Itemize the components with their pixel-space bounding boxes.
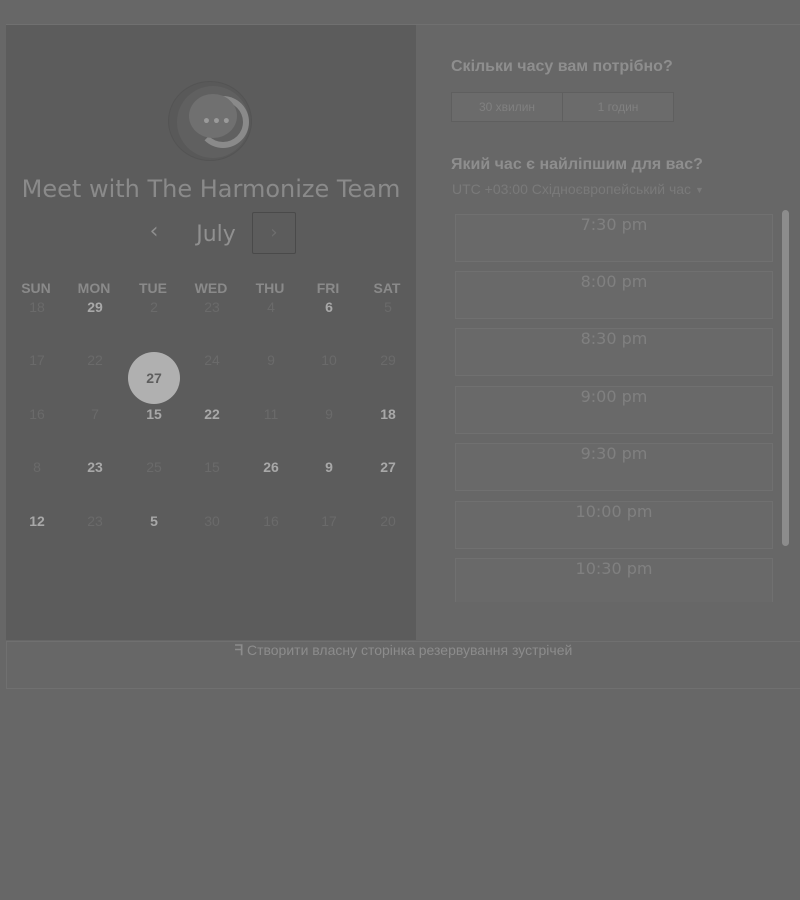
duration-option-30-min[interactable]: 30 хвилин <box>451 92 563 122</box>
calendar-day[interactable]: 22 <box>187 406 237 456</box>
calendar-day: 30 <box>204 513 220 529</box>
weekday-header: TUE <box>139 280 167 296</box>
weekday-header: SUN <box>21 280 51 296</box>
calendar-day: 17 <box>29 352 45 368</box>
calendar-day: 22 <box>87 352 103 368</box>
calendar-day[interactable]: 6 <box>304 299 354 349</box>
calendar-day: 8 <box>33 459 41 475</box>
time-slot[interactable]: 9:00 pm <box>455 386 773 434</box>
calendar-day: 9 <box>267 352 275 368</box>
calendar-day[interactable]: 15 <box>129 406 179 456</box>
calendar-day: 10 <box>321 352 337 368</box>
calendar-day: 4 <box>267 299 275 315</box>
slot-list-scrollbar[interactable] <box>782 210 789 546</box>
calendar-day: 7 <box>91 406 99 422</box>
weekday-header: WED <box>194 280 228 296</box>
weekday-header: FRI <box>316 280 340 296</box>
weekday-header: SAT <box>373 280 401 296</box>
calendar-day: 29 <box>380 352 396 368</box>
calendar-day[interactable]: 12 <box>12 513 62 563</box>
time-slot[interactable]: 8:30 pm <box>455 328 773 376</box>
calendar-day[interactable]: 18 <box>363 406 413 456</box>
calendar-day: 9 <box>325 406 333 422</box>
duration-question: Скільки часу вам потрібно? <box>451 58 673 75</box>
calendar-day[interactable]: 26 <box>246 459 296 509</box>
calendar-day[interactable]: 23 <box>70 459 120 509</box>
calendar-day: 23 <box>204 299 220 315</box>
time-slot[interactable]: 9:30 pm <box>455 443 773 491</box>
calendar-day: 25 <box>146 459 162 475</box>
team-logo: ••• <box>165 78 257 162</box>
calendar-day: 20 <box>380 513 396 529</box>
calendar-day: 15 <box>204 459 220 475</box>
time-slot-list: 7:30 pm 8:00 pm 8:30 pm 9:00 pm 9:30 pm … <box>451 208 791 602</box>
time-slot[interactable]: 10:30 pm <box>455 558 773 602</box>
calendar-day: 5 <box>384 299 392 315</box>
caret-down-icon: ▼ <box>695 185 704 195</box>
next-month-button[interactable]: › <box>252 212 296 254</box>
prev-month-button[interactable]: ‹ <box>141 220 167 246</box>
month-navigation: ‹ July › <box>6 212 416 254</box>
timezone-selector[interactable]: UTC +03:00 Східноєвропейський час ▼ <box>452 181 704 197</box>
calendar-day[interactable]: 27 <box>363 459 413 509</box>
weekday-header: THU <box>255 280 285 296</box>
calendar-day[interactable]: 9 <box>304 459 354 509</box>
duration-option-1-hour[interactable]: 1 годин <box>562 92 674 122</box>
create-booking-page-link[interactable]: ᖷ Створити власну сторінка резервування з… <box>6 641 800 689</box>
calendar-day-selected[interactable]: 27 <box>128 352 180 404</box>
meeting-title: Meet with The Harmonize Team <box>21 175 401 203</box>
calendar-day[interactable]: 29 <box>70 299 120 349</box>
calendar-day: 23 <box>87 513 103 529</box>
weekday-header: MON <box>77 280 111 296</box>
calendar-day[interactable]: 5 <box>129 513 179 563</box>
time-slot[interactable]: 7:30 pm <box>455 214 773 262</box>
footer-link-text: Створити власну сторінка резервування зу… <box>246 642 573 658</box>
calendar-day: 17 <box>321 513 337 529</box>
timezone-label: UTC +03:00 Східноєвропейський час <box>452 181 692 197</box>
time-slot[interactable]: 10:00 pm <box>455 501 773 549</box>
month-label: July <box>196 222 236 247</box>
calendar-day: 11 <box>263 406 279 422</box>
calendar-day: 16 <box>29 406 45 422</box>
calendar-day: 2 <box>150 299 158 315</box>
calendar-day: 24 <box>204 352 220 368</box>
calendar-day: 16 <box>263 513 279 529</box>
time-slot[interactable]: 8:00 pm <box>455 271 773 319</box>
hubspot-sprocket-icon: ᖷ <box>234 642 243 658</box>
calendar-day: 18 <box>29 299 45 315</box>
time-question: Який час є найліпшим для вас? <box>451 156 703 173</box>
